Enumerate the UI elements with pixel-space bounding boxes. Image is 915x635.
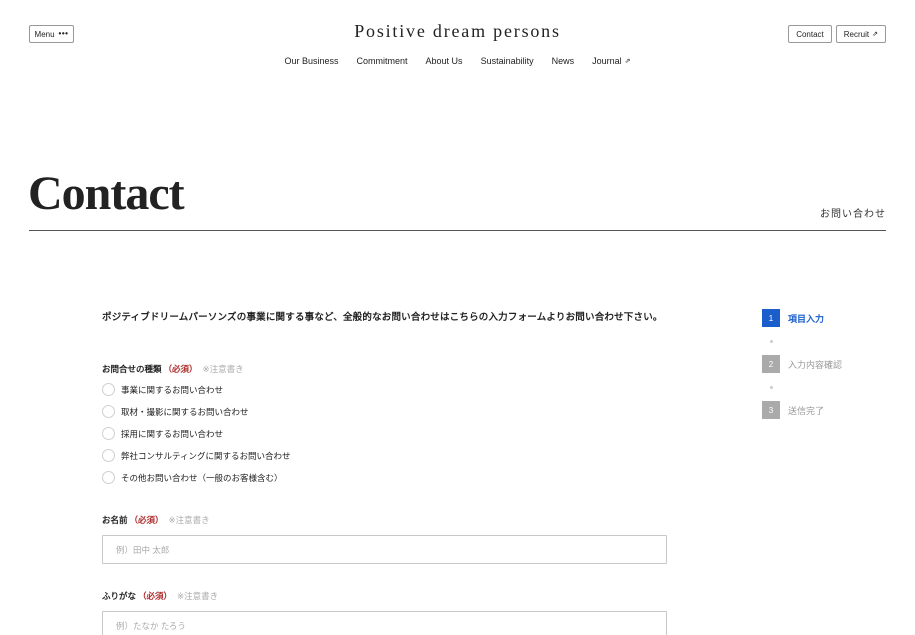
form-steps: 1 項目入力 2 入力内容確認 3 送信完了	[762, 309, 842, 419]
radio-option[interactable]: その他お問い合わせ（一般のお客様含む）	[102, 471, 291, 485]
nav-journal[interactable]: Journal ⇗	[592, 56, 630, 66]
step-2: 2 入力内容確認	[762, 355, 842, 373]
step-label: 送信完了	[788, 405, 825, 416]
nav-label: Sustainability	[480, 56, 534, 66]
step-3: 3 送信完了	[762, 401, 842, 419]
step-number: 1	[762, 309, 780, 327]
field-note: ※注意書き	[177, 591, 219, 601]
nav-label: Journal	[592, 56, 622, 66]
step-number: 2	[762, 355, 780, 373]
page-title: Contact	[28, 167, 185, 220]
page-subtitle: お問い合わせ	[820, 209, 886, 220]
contact-button[interactable]: Contact	[788, 25, 832, 43]
nav-label: Commitment	[356, 56, 408, 66]
radio-label: 採用に関するお問い合わせ	[121, 428, 224, 439]
step-number: 3	[762, 401, 780, 419]
field-note: ※注意書き	[168, 515, 210, 525]
radio-label: その他お問い合わせ（一般のお客様含む）	[121, 472, 283, 483]
inquiry-type-options: 事業に関するお問い合わせ 取材・撮影に関するお問い合わせ 採用に関するお問い合わ…	[102, 383, 291, 485]
header-actions: Contact Recruit ⇗	[788, 25, 886, 43]
name-label: お名前 （必須） ※注意書き	[102, 514, 210, 526]
radio-option[interactable]: 取材・撮影に関するお問い合わせ	[102, 405, 291, 419]
nav-label: News	[551, 56, 575, 66]
nav-about-us[interactable]: About Us	[426, 56, 463, 66]
field-label-text: お問合せの種類	[102, 364, 162, 374]
brand-logo[interactable]: Positive dream persons	[0, 21, 915, 42]
nav-commitment[interactable]: Commitment	[357, 56, 408, 66]
radio-button[interactable]	[102, 427, 115, 441]
nav-label: Our Business	[284, 56, 339, 66]
radio-option[interactable]: 採用に関するお問い合わせ	[102, 427, 291, 441]
nav-our-business[interactable]: Our Business	[284, 56, 338, 66]
external-link-icon: ⇗	[872, 30, 878, 38]
radio-button[interactable]	[102, 383, 115, 397]
external-link-icon: ⇗	[624, 57, 631, 65]
field-note: ※注意書き	[202, 364, 244, 374]
step-1: 1 項目入力	[762, 309, 842, 327]
name-input[interactable]	[102, 535, 667, 564]
nav-sustainability[interactable]: Sustainability	[481, 56, 534, 66]
radio-button[interactable]	[102, 405, 115, 419]
inquiry-type-label: お問合せの種類 （必須） ※注意書き	[102, 363, 244, 375]
step-label: 項目入力	[788, 313, 825, 324]
contact-button-label: Contact	[796, 29, 824, 39]
required-mark: （必須）	[138, 591, 173, 601]
intro-text: ポジティブドリームパーソンズの事業に関する事など、全般的なお問い合わせはこちらの…	[102, 312, 663, 323]
radio-button[interactable]	[102, 471, 115, 485]
radio-button[interactable]	[102, 449, 115, 463]
global-nav: Our Business Commitment About Us Sustain…	[0, 56, 915, 66]
step-connector	[762, 327, 780, 355]
step-connector	[762, 373, 780, 401]
field-label-text: ふりがな	[102, 591, 137, 601]
radio-label: 事業に関するお問い合わせ	[121, 384, 224, 395]
radio-option[interactable]: 弊社コンサルティングに関するお問い合わせ	[102, 449, 291, 463]
required-mark: （必須）	[129, 515, 164, 525]
recruit-button[interactable]: Recruit ⇗	[835, 25, 886, 43]
radio-label: 取材・撮影に関するお問い合わせ	[121, 406, 249, 417]
required-mark: （必須）	[163, 364, 198, 374]
furigana-input[interactable]	[102, 611, 667, 635]
title-divider	[29, 230, 886, 231]
nav-label: About Us	[425, 56, 463, 66]
field-label-text: お名前	[102, 515, 128, 525]
radio-option[interactable]: 事業に関するお問い合わせ	[102, 383, 291, 397]
nav-news[interactable]: News	[552, 56, 575, 66]
recruit-button-label: Recruit	[843, 29, 870, 39]
step-label: 入力内容確認	[788, 359, 843, 370]
furigana-label: ふりがな （必須） ※注意書き	[102, 590, 218, 602]
radio-label: 弊社コンサルティングに関するお問い合わせ	[121, 450, 291, 461]
